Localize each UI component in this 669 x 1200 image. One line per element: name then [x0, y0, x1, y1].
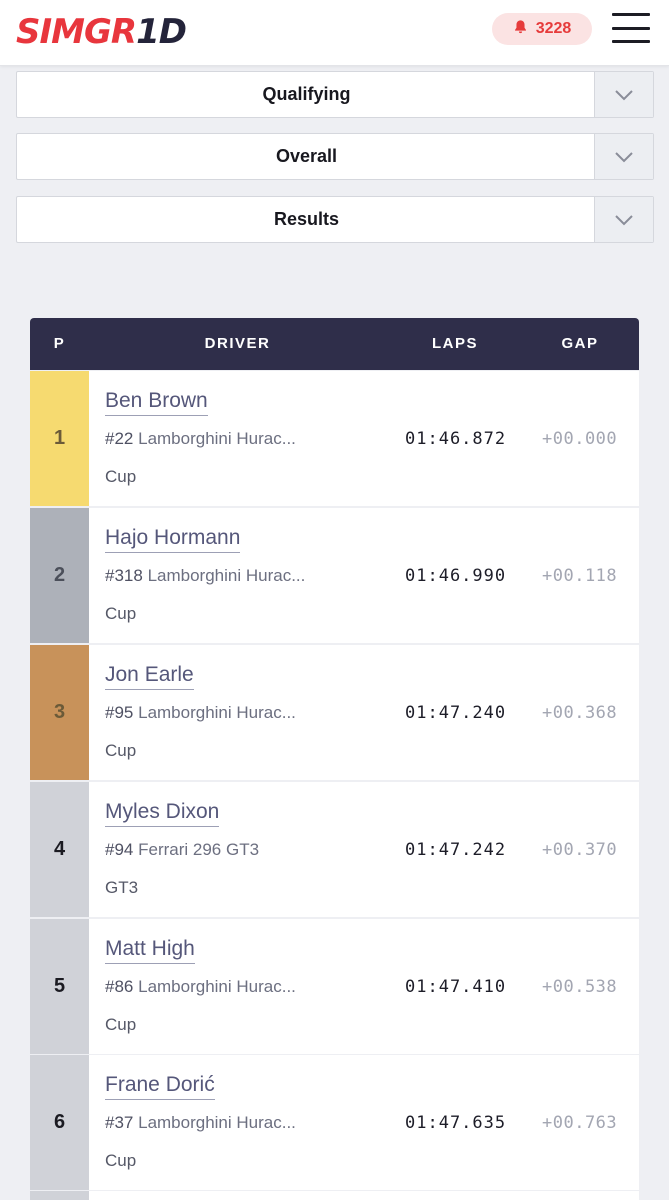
- notifications-badge[interactable]: 3228: [492, 13, 592, 45]
- position-cell: 1: [30, 371, 89, 506]
- gap-value: +00.370: [542, 840, 618, 860]
- table-row: 3 Jon Earle #95 Lamborghini Hurac... Cup…: [30, 645, 639, 780]
- simgrid-logo[interactable]: SIMGR1D: [16, 12, 187, 52]
- lap-time: 01:46.990: [405, 566, 507, 586]
- car-info: #94 Ferrari 296 GT3: [105, 839, 259, 861]
- car-model: Lamborghini Hurac...: [138, 703, 296, 722]
- car-info: #318 Lamborghini Hurac...: [105, 565, 305, 587]
- view-select[interactable]: Results: [16, 196, 654, 243]
- driver-name-link[interactable]: Ben Brown: [105, 388, 208, 416]
- car-number: #86: [105, 977, 134, 996]
- car-class: Cup: [105, 467, 137, 486]
- car-info: #22 Lamborghini Hurac...: [105, 428, 296, 450]
- session-select-value: Qualifying: [262, 84, 351, 104]
- driver-name-link[interactable]: Hajo Hormann: [105, 525, 241, 553]
- gap-value: +00.118: [542, 566, 618, 586]
- car-info: #86 Lamborghini Hurac...: [105, 976, 296, 998]
- car-class: Cup: [105, 741, 137, 760]
- car-info: #37 Lamborghini Hurac...: [105, 1112, 296, 1134]
- table-row: 5 Matt High #86 Lamborghini Hurac... Cup…: [30, 919, 639, 1054]
- notification-count: 3228: [535, 20, 572, 37]
- class-select[interactable]: Overall: [16, 133, 654, 180]
- car-model: Lamborghini Hurac...: [138, 977, 296, 996]
- driver-name-link[interactable]: Matt High: [105, 936, 195, 964]
- position-cell: 4: [30, 782, 89, 917]
- driver-name-link[interactable]: Myles Dixon: [105, 799, 220, 827]
- car-info: #95 Lamborghini Hurac...: [105, 702, 296, 724]
- class-select-value: Overall: [275, 146, 338, 166]
- chevron-down-icon[interactable]: [594, 72, 653, 117]
- car-class: GT3: [105, 878, 139, 897]
- gap-value: +00.538: [542, 977, 618, 997]
- car-model: Lamborghini Hurac...: [147, 566, 306, 585]
- position-cell: 3: [30, 645, 89, 780]
- position-cell: 5: [30, 919, 89, 1054]
- column-header-laps: LAPS: [431, 335, 478, 352]
- view-select-value: Results: [273, 209, 340, 229]
- gap-value: +00.368: [542, 703, 618, 723]
- results-table-header: P DRIVER LAPS GAP: [30, 318, 639, 370]
- position-cell: 6: [30, 1055, 89, 1190]
- driver-name-link[interactable]: Jon Earle: [105, 662, 194, 690]
- lap-time: 01:47.242: [405, 840, 507, 860]
- car-number: #22: [105, 429, 134, 448]
- table-row: 1 Ben Brown #22 Lamborghini Hurac... Cup…: [30, 371, 639, 506]
- car-model: Lamborghini Hurac...: [138, 1113, 296, 1132]
- car-class: Cup: [105, 1015, 137, 1034]
- car-class: Cup: [105, 604, 137, 623]
- position-cell: 2: [30, 508, 89, 643]
- logo-text-part3: D: [158, 12, 187, 52]
- lap-time: 01:47.410: [405, 977, 507, 997]
- hamburger-menu-icon[interactable]: [612, 13, 650, 43]
- car-number: #37: [105, 1113, 134, 1132]
- column-header-driver: DRIVER: [204, 335, 271, 352]
- top-bar: SIMGR1D 3228: [0, 0, 669, 66]
- table-row-partial: [30, 1191, 639, 1200]
- driver-name-link[interactable]: Frane Dorić: [105, 1072, 215, 1100]
- car-number: #95: [105, 703, 134, 722]
- logo-text-part1: SIMGR: [16, 12, 137, 52]
- logo-text-part2: 1: [136, 12, 160, 52]
- car-number: #94: [105, 840, 134, 859]
- gap-value: +00.763: [542, 1113, 618, 1133]
- column-header-gap: GAP: [561, 335, 599, 352]
- column-header-position: P: [53, 335, 66, 352]
- lap-time: 01:47.635: [405, 1113, 507, 1133]
- bell-icon: [513, 19, 528, 39]
- car-class: Cup: [105, 1151, 137, 1170]
- car-model: Lamborghini Hurac...: [138, 429, 296, 448]
- gap-value: +00.000: [542, 429, 618, 449]
- lap-time: 01:47.240: [405, 703, 507, 723]
- table-row: 6 Frane Dorić #37 Lamborghini Hurac... C…: [30, 1055, 639, 1190]
- session-select[interactable]: Qualifying: [16, 71, 654, 118]
- chevron-down-icon[interactable]: [594, 197, 653, 242]
- table-row: 4 Myles Dixon #94 Ferrari 296 GT3 GT3 01…: [30, 782, 639, 917]
- car-number: #318: [105, 566, 143, 585]
- lap-time: 01:46.872: [405, 429, 507, 449]
- car-model: Ferrari 296 GT3: [138, 840, 260, 859]
- table-row: 2 Hajo Hormann #318 Lamborghini Hurac...…: [30, 508, 639, 643]
- position-cell: [30, 1191, 89, 1200]
- chevron-down-icon[interactable]: [594, 134, 653, 179]
